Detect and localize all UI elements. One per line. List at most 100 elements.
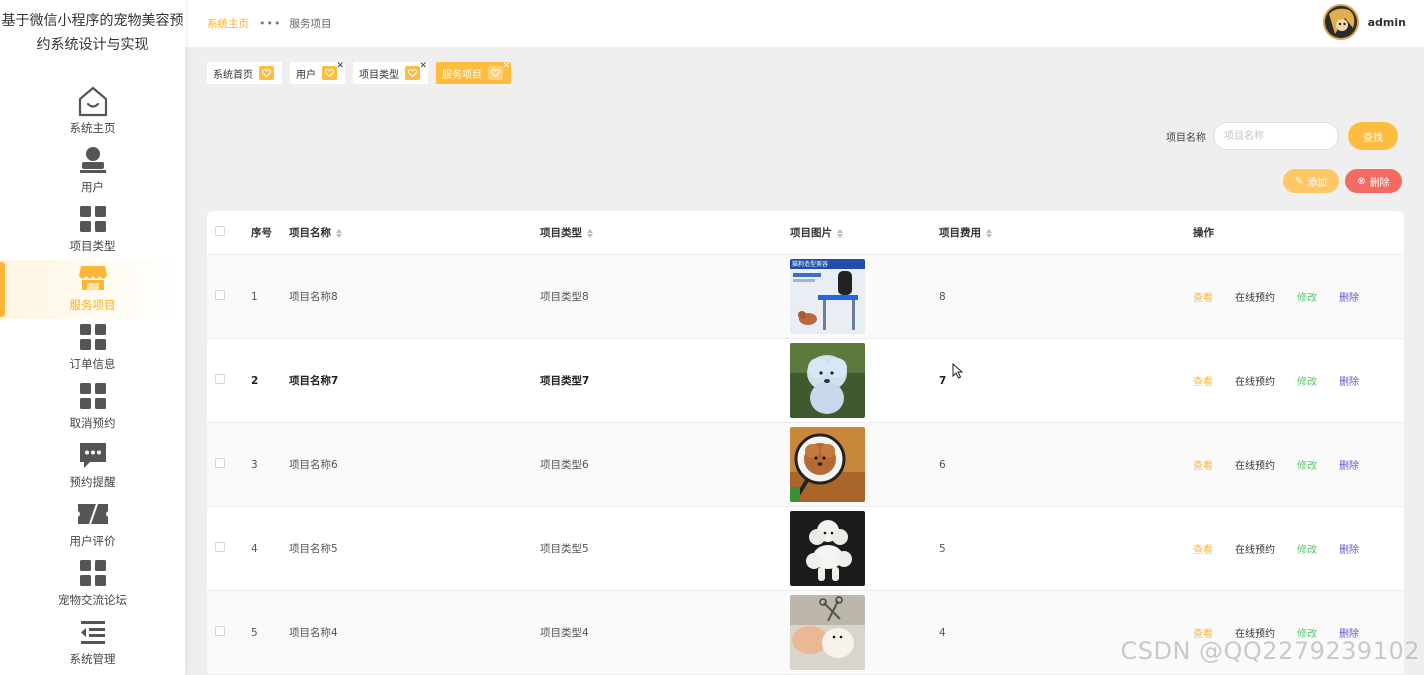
shop-icon xyxy=(76,261,110,295)
cell-no: 1 xyxy=(251,290,258,303)
watermark: CSDN @QQ2279239102 xyxy=(1120,637,1420,665)
view-link[interactable]: 查看 xyxy=(1193,457,1213,472)
sort-icon[interactable] xyxy=(986,228,992,238)
close-icon[interactable]: ✕ xyxy=(502,61,510,71)
breadcrumb: 系统主页 ••• 服务项目 xyxy=(207,16,331,31)
header-image[interactable]: 项目图片 xyxy=(790,225,939,240)
delete-button[interactable]: ⊗ 删除 xyxy=(1345,169,1402,193)
view-link[interactable]: 查看 xyxy=(1193,289,1213,304)
book-online-link[interactable]: 在线预约 xyxy=(1235,289,1275,304)
circle-close-icon: ⊗ xyxy=(1357,175,1366,187)
header-name[interactable]: 项目名称 xyxy=(289,225,540,240)
message-icon xyxy=(76,438,110,472)
close-icon[interactable]: ✕ xyxy=(419,61,427,71)
header-type[interactable]: 项目类型 xyxy=(540,225,790,240)
tag-bar: 系统首页 用户 ✕ 项目类型 ✕ 服务项目 ✕ xyxy=(207,61,519,84)
edit-link[interactable]: 修改 xyxy=(1297,289,1317,304)
row-checkbox[interactable] xyxy=(215,374,225,384)
heart-badge-icon xyxy=(322,66,337,80)
sidebar-item-user-review[interactable]: 用户评价 xyxy=(0,496,185,555)
book-online-link[interactable]: 在线预约 xyxy=(1235,541,1275,556)
top-bar: 系统主页 ••• 服务项目 admin xyxy=(185,0,1424,47)
close-icon[interactable]: ✕ xyxy=(336,61,344,71)
tag-project-type[interactable]: 项目类型 ✕ xyxy=(353,61,428,84)
heart-badge-icon xyxy=(405,66,420,80)
edit-link[interactable]: 修改 xyxy=(1297,457,1317,472)
user-name[interactable]: admin xyxy=(1368,16,1406,29)
cell-name: 项目名称4 xyxy=(289,627,338,639)
grid-icon xyxy=(76,320,110,354)
select-all-checkbox[interactable] xyxy=(215,226,225,236)
project-image[interactable]: 猫狗造型美容 xyxy=(790,259,865,334)
project-image[interactable] xyxy=(790,427,865,502)
sort-icon[interactable] xyxy=(336,228,342,238)
tag-users[interactable]: 用户 ✕ xyxy=(290,61,345,84)
table-row: 2 项目名称7 项目类型7 7 查看 在线预约 修改 删除 xyxy=(207,339,1404,423)
row-checkbox[interactable] xyxy=(215,290,225,300)
project-image[interactable] xyxy=(790,343,865,418)
action-bar: ✎ 添加 ⊗ 删除 xyxy=(1283,169,1402,193)
project-image[interactable] xyxy=(790,511,865,586)
row-checkbox[interactable] xyxy=(215,458,225,468)
edit-link[interactable]: 修改 xyxy=(1297,373,1317,388)
row-checkbox[interactable] xyxy=(215,542,225,552)
sidebar-item-system-management[interactable]: 系统管理 xyxy=(0,614,185,673)
sidebar-item-label: 服务项目 xyxy=(69,298,116,312)
sidebar-item-label: 取消预约 xyxy=(69,416,116,430)
book-online-link[interactable]: 在线预约 xyxy=(1235,373,1275,388)
user-icon xyxy=(76,143,110,177)
cell-fee: 5 xyxy=(939,542,946,555)
delete-link[interactable]: 删除 xyxy=(1339,457,1359,472)
sidebar-item-label: 系统管理 xyxy=(69,652,116,666)
cell-no: 3 xyxy=(251,458,258,471)
table-row: 4 项目名称5 项目类型5 5 查看 在线预约 修改 删除 xyxy=(207,507,1404,591)
user-menu[interactable]: admin xyxy=(1322,4,1406,40)
sidebar-item-service-project[interactable]: 服务项目 xyxy=(0,260,185,319)
sidebar-item-users[interactable]: 用户 xyxy=(0,142,185,201)
avatar[interactable] xyxy=(1322,4,1359,40)
cell-no: 5 xyxy=(251,626,258,639)
sidebar-item-orders[interactable]: 订单信息 xyxy=(0,319,185,378)
cell-type: 项目类型8 xyxy=(540,291,589,303)
row-actions: 查看 在线预约 修改 删除 xyxy=(1189,457,1404,472)
delete-link[interactable]: 删除 xyxy=(1339,289,1359,304)
edit-link[interactable]: 修改 xyxy=(1297,541,1317,556)
tag-system-home[interactable]: 系统首页 xyxy=(207,62,282,84)
view-link[interactable]: 查看 xyxy=(1193,541,1213,556)
system-title: 基于微信小程序的宠物美容预约系统设计与实现 xyxy=(1,13,184,53)
delete-link[interactable]: 删除 xyxy=(1339,541,1359,556)
heart-badge-icon xyxy=(259,66,274,80)
row-checkbox[interactable] xyxy=(215,626,225,636)
delete-link[interactable]: 删除 xyxy=(1339,373,1359,388)
search-input[interactable] xyxy=(1213,122,1339,150)
search-button[interactable]: 查找 xyxy=(1348,122,1398,150)
tag-service-project[interactable]: 服务项目 ✕ xyxy=(436,61,511,84)
book-online-link[interactable]: 在线预约 xyxy=(1235,457,1275,472)
breadcrumb-home[interactable]: 系统主页 xyxy=(207,16,249,31)
sidebar-item-cancel-booking[interactable]: 取消预约 xyxy=(0,378,185,437)
view-link[interactable]: 查看 xyxy=(1193,373,1213,388)
sidebar-item-label: 预约提醒 xyxy=(69,475,116,489)
cell-name: 项目名称6 xyxy=(289,459,338,471)
project-image[interactable] xyxy=(790,595,865,670)
sort-icon[interactable] xyxy=(587,228,593,238)
sidebar-item-pet-forum[interactable]: 宠物交流论坛 xyxy=(0,555,185,614)
heart-badge-icon xyxy=(488,66,503,80)
cell-no: 2 xyxy=(251,374,259,387)
cell-fee: 6 xyxy=(939,458,946,471)
cell-name: 项目名称7 xyxy=(289,375,339,387)
grid-icon xyxy=(76,379,110,413)
table-row: 3 项目名称6 项目类型6 6 查看 在线预约 修改 删除 xyxy=(207,423,1404,507)
sidebar-item-booking-reminder[interactable]: 预约提醒 xyxy=(0,437,185,496)
add-button[interactable]: ✎ 添加 xyxy=(1283,169,1339,193)
cell-no: 4 xyxy=(251,542,258,555)
cell-type: 项目类型6 xyxy=(540,459,589,471)
mouse-cursor-icon xyxy=(952,363,964,379)
add-button-label: 添加 xyxy=(1307,177,1328,189)
header-fee[interactable]: 项目费用 xyxy=(939,225,1189,240)
sidebar-item-home[interactable]: 系统主页 xyxy=(0,80,185,142)
grid-icon xyxy=(76,202,110,236)
sort-icon[interactable] xyxy=(837,228,843,238)
cell-type: 项目类型7 xyxy=(540,375,590,387)
sidebar-item-project-type[interactable]: 项目类型 xyxy=(0,201,185,260)
